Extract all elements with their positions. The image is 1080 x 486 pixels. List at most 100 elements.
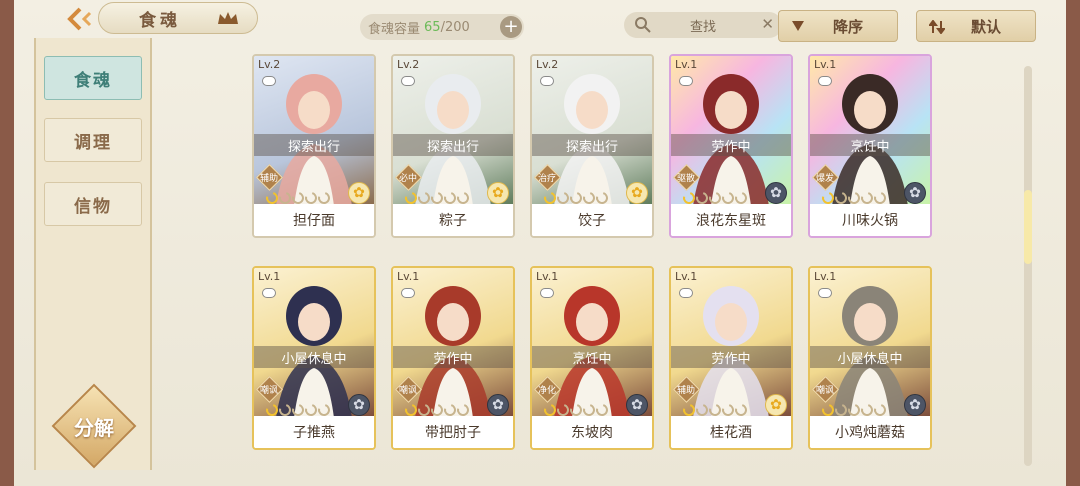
chat-bubble-icon xyxy=(540,288,554,298)
food-soul-name: 担仔面 xyxy=(254,204,374,236)
status-banner: 烹饪中 xyxy=(810,134,930,156)
food-soul-name: 浪花东星斑 xyxy=(671,204,791,236)
role-label: 嘲讽 xyxy=(398,385,417,396)
add-capacity-button[interactable]: + xyxy=(500,16,522,38)
scrollbar-track[interactable] xyxy=(1024,66,1032,466)
status-banner: 探索出行 xyxy=(532,134,652,156)
food-soul-card[interactable]: Lv.2 探索出行治疗 ✿ 饺子 xyxy=(530,54,654,238)
sort-order-button[interactable]: 降序 xyxy=(778,10,898,42)
role-label: 驱散 xyxy=(676,173,695,184)
level-label: Lv.2 xyxy=(536,58,559,71)
capacity-used: 65 xyxy=(424,19,441,35)
search-field[interactable]: 查找 ✕ xyxy=(624,12,782,38)
food-soul-name: 川味火锅 xyxy=(810,204,930,236)
left-frame xyxy=(0,0,14,486)
level-label: Lv.1 xyxy=(814,58,837,71)
decompose-button[interactable]: 分解 xyxy=(51,383,137,469)
chat-bubble-icon xyxy=(540,76,554,86)
right-frame xyxy=(1066,0,1080,486)
back-arrow-icon xyxy=(67,7,92,31)
level-label: Lv.1 xyxy=(397,270,420,283)
role-label: 辅助 xyxy=(259,173,278,184)
food-soul-name: 小鸡炖蘑菇 xyxy=(810,416,930,448)
moon-icon: ✿ xyxy=(487,394,509,416)
food-soul-name: 饺子 xyxy=(532,204,652,236)
status-banner: 劳作中 xyxy=(393,346,513,368)
role-badge: 治疗 xyxy=(533,163,561,191)
search-icon xyxy=(635,17,651,33)
sun-icon: ✿ xyxy=(487,182,509,204)
level-label: Lv.1 xyxy=(258,270,281,283)
status-banner: 烹饪中 xyxy=(532,346,652,368)
status-banner: 劳作中 xyxy=(671,134,791,156)
level-label: Lv.2 xyxy=(397,58,420,71)
tab-cultivate[interactable]: 调理 xyxy=(44,118,142,162)
crown-ornament-icon xyxy=(214,8,242,28)
level-label: Lv.2 xyxy=(258,58,281,71)
food-soul-card[interactable]: Lv.1 劳作中驱散 ✿ 浪花东星斑 xyxy=(669,54,793,238)
sun-icon: ✿ xyxy=(626,182,648,204)
triangle-down-icon xyxy=(792,21,804,31)
chat-bubble-icon xyxy=(401,288,415,298)
food-soul-name: 粽子 xyxy=(393,204,513,236)
role-label: 治疗 xyxy=(537,173,556,184)
role-badge: 驱散 xyxy=(672,163,700,191)
sun-icon: ✿ xyxy=(765,394,787,416)
food-soul-name: 桂花酒 xyxy=(671,416,791,448)
sun-icon: ✿ xyxy=(348,182,370,204)
moon-icon: ✿ xyxy=(904,182,926,204)
food-soul-card[interactable]: Lv.1 烹饪中爆发 ✿ 川味火锅 xyxy=(808,54,932,238)
role-badge: 爆发 xyxy=(811,163,839,191)
role-badge: 辅助 xyxy=(255,163,283,191)
tab-food-souls[interactable]: 食魂 xyxy=(44,56,142,100)
sort-mode-label: 默认 xyxy=(970,17,1001,36)
level-label: Lv.1 xyxy=(675,58,698,71)
food-soul-name: 子推燕 xyxy=(254,416,374,448)
food-soul-card[interactable]: Lv.1 烹饪中 净化 ✿ 东坡肉 xyxy=(530,266,654,450)
role-badge: 嘲讽 xyxy=(394,375,422,403)
sort-arrows-icon xyxy=(929,20,945,34)
food-soul-card[interactable]: Lv.1 小屋休息中嘲讽 ✿ 子推燕 xyxy=(252,266,376,450)
status-banner: 探索出行 xyxy=(254,134,374,156)
top-bar: 食魂 食魂容量 65 /200 + 查找 ✕ 降序 默认 xyxy=(14,0,1066,48)
decompose-label: 分解 xyxy=(74,415,114,440)
food-soul-card[interactable]: Lv.1 劳作中 辅助 ✿ 桂花酒 xyxy=(669,266,793,450)
tab-tokens[interactable]: 信物 xyxy=(44,182,142,226)
food-soul-card[interactable]: Lv.2 探索出行 必中 ✿ 粽子 xyxy=(391,54,515,238)
clear-search-icon[interactable]: ✕ xyxy=(761,15,774,33)
level-label: Lv.1 xyxy=(536,270,559,283)
chat-bubble-icon xyxy=(262,288,276,298)
search-label: 查找 xyxy=(689,19,716,35)
capacity-display: 食魂容量 65 /200 + xyxy=(360,14,524,40)
capacity-label: 食魂容量 xyxy=(368,21,421,37)
role-badge: 净化 xyxy=(533,375,561,403)
moon-icon: ✿ xyxy=(765,182,787,204)
status-banner: 小屋休息中 xyxy=(254,346,374,368)
sort-mode-button[interactable]: 默认 xyxy=(916,10,1036,42)
food-soul-name: 东坡肉 xyxy=(532,416,652,448)
role-badge: 嘲讽 xyxy=(811,375,839,403)
moon-icon: ✿ xyxy=(904,394,926,416)
role-label: 净化 xyxy=(537,385,556,396)
chat-bubble-icon xyxy=(679,288,693,298)
level-label: Lv.1 xyxy=(675,270,698,283)
food-soul-card[interactable]: Lv.1 小屋休息中嘲讽 ✿ 小鸡炖蘑菇 xyxy=(808,266,932,450)
chat-bubble-icon xyxy=(401,76,415,86)
moon-icon: ✿ xyxy=(348,394,370,416)
role-label: 辅助 xyxy=(676,385,695,396)
role-badge: 辅助 xyxy=(672,375,700,403)
scrollbar-thumb[interactable] xyxy=(1024,190,1032,264)
food-soul-card[interactable]: Lv.1 劳作中 嘲讽 ✿ 带把肘子 xyxy=(391,266,515,450)
capacity-total: /200 xyxy=(440,19,470,35)
role-label: 嘲讽 xyxy=(815,385,834,396)
sidebar: 食魂 调理 信物 分解 xyxy=(34,38,152,470)
food-soul-card[interactable]: Lv.2 探索出行辅助 ✿ 担仔面 xyxy=(252,54,376,238)
chat-bubble-icon xyxy=(262,76,276,86)
role-label: 嘲讽 xyxy=(259,385,278,396)
level-label: Lv.1 xyxy=(814,270,837,283)
chat-bubble-icon xyxy=(818,76,832,86)
chat-bubble-icon xyxy=(818,288,832,298)
status-banner: 小屋休息中 xyxy=(810,346,930,368)
status-banner: 探索出行 xyxy=(393,134,513,156)
role-label: 爆发 xyxy=(815,173,834,184)
